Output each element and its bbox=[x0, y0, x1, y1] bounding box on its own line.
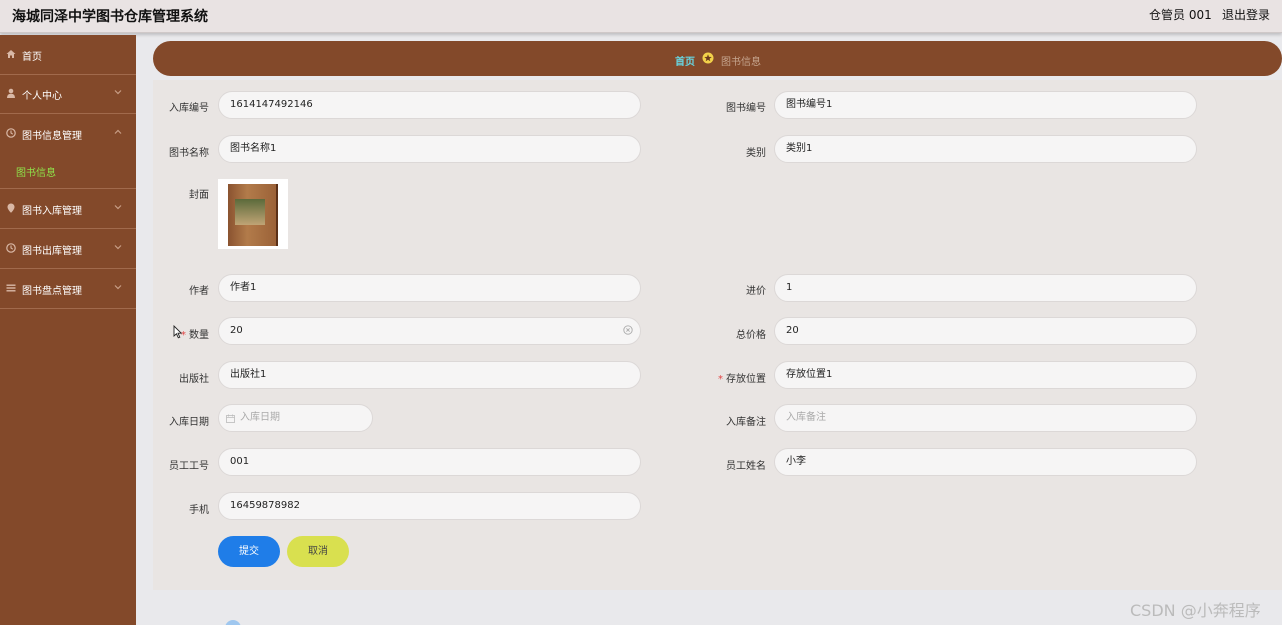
sidebar-item-label: 图书信息管理 bbox=[22, 131, 82, 142]
label-publisher: 出版社 bbox=[179, 374, 209, 385]
chevron-down-icon bbox=[114, 90, 122, 95]
label-category: 类别 bbox=[746, 148, 766, 159]
calendar-icon bbox=[226, 414, 235, 423]
breadcrumb-current: 图书信息 bbox=[721, 57, 761, 68]
quantity-field[interactable]: 20 bbox=[218, 317, 641, 345]
list-icon bbox=[6, 284, 16, 292]
logout-link[interactable]: 退出登录 bbox=[1222, 6, 1270, 23]
pin-icon bbox=[7, 203, 15, 213]
label-book-no: 图书编号 bbox=[726, 103, 766, 114]
current-user: 仓管员 001 bbox=[1149, 8, 1212, 22]
breadcrumb bbox=[153, 41, 1282, 76]
scroll-indicator bbox=[225, 620, 241, 625]
ruku-no-field[interactable]: 1614147492146 bbox=[218, 91, 641, 119]
label-ruku-no: 入库编号 bbox=[169, 103, 209, 114]
cancel-button[interactable]: 取消 bbox=[287, 536, 349, 567]
book-name-field[interactable]: 图书名称1 bbox=[218, 135, 641, 163]
label-ruku-note: 入库备注 bbox=[726, 417, 766, 428]
price-field[interactable]: 1 bbox=[774, 274, 1197, 302]
author-field[interactable]: 作者1 bbox=[218, 274, 641, 302]
label-quantity-text: 数量 bbox=[189, 330, 209, 341]
ruku-date-picker[interactable]: 入库日期 bbox=[218, 404, 373, 432]
user-icon bbox=[7, 88, 15, 98]
phone-field[interactable]: 16459878982 bbox=[218, 492, 641, 520]
label-book-name: 图书名称 bbox=[169, 148, 209, 159]
label-staff-no: 员工工号 bbox=[169, 461, 209, 472]
clock-icon bbox=[6, 128, 16, 138]
label-price: 进价 bbox=[746, 286, 766, 297]
clear-icon[interactable] bbox=[623, 325, 633, 335]
label-location-text: 存放位置 bbox=[726, 374, 766, 385]
top-bar: 海城同泽中学图书仓库管理系统 仓管员 001 退出登录 bbox=[0, 0, 1282, 33]
chevron-down-icon bbox=[114, 245, 122, 250]
required-mark: * bbox=[181, 330, 186, 341]
label-staff-name: 员工姓名 bbox=[726, 461, 766, 472]
label-phone: 手机 bbox=[189, 505, 209, 516]
publisher-field[interactable]: 出版社1 bbox=[218, 361, 641, 389]
sidebar-item-stock-out[interactable]: 图书出库管理 bbox=[0, 229, 136, 269]
breadcrumb-home[interactable]: 首页 bbox=[675, 53, 695, 68]
star-icon bbox=[702, 52, 714, 64]
chevron-down-icon bbox=[114, 205, 122, 210]
chevron-up-icon bbox=[114, 129, 122, 134]
label-total: 总价格 bbox=[736, 330, 766, 341]
sidebar-subitem-book-info[interactable]: 图书信息 bbox=[0, 35, 136, 179]
submit-button[interactable]: 提交 bbox=[218, 536, 280, 567]
label-quantity: * 数量 bbox=[89, 326, 209, 341]
book-cover-illustration bbox=[235, 199, 265, 225]
label-location: * 存放位置 bbox=[646, 370, 766, 385]
sidebar-item-label: 个人中心 bbox=[22, 91, 62, 102]
sidebar-item-label: 图书出库管理 bbox=[22, 246, 82, 257]
sidebar-item-label: 图书盘点管理 bbox=[22, 286, 82, 297]
location-field[interactable]: 存放位置1 bbox=[774, 361, 1197, 389]
label-cover: 封面 bbox=[189, 190, 209, 201]
total-field[interactable]: 20 bbox=[774, 317, 1197, 345]
staff-name-field[interactable]: 小李 bbox=[774, 448, 1197, 476]
label-author: 作者 bbox=[189, 286, 209, 297]
book-no-field[interactable]: 图书编号1 bbox=[774, 91, 1197, 119]
clock-icon bbox=[6, 243, 16, 253]
app-title: 海城同泽中学图书仓库管理系统 bbox=[12, 9, 208, 25]
watermark: CSDN @小奔程序 bbox=[1130, 601, 1261, 620]
category-field[interactable]: 类别1 bbox=[774, 135, 1197, 163]
label-ruku-date: 入库日期 bbox=[169, 417, 209, 428]
required-mark: * bbox=[718, 374, 723, 385]
ruku-note-field[interactable]: 入库备注 bbox=[774, 404, 1197, 432]
sidebar-subitem-label: 图书信息 bbox=[16, 168, 56, 179]
cover-image[interactable] bbox=[218, 179, 288, 249]
sidebar-item-label: 图书入库管理 bbox=[22, 206, 82, 217]
staff-no-field[interactable]: 001 bbox=[218, 448, 641, 476]
